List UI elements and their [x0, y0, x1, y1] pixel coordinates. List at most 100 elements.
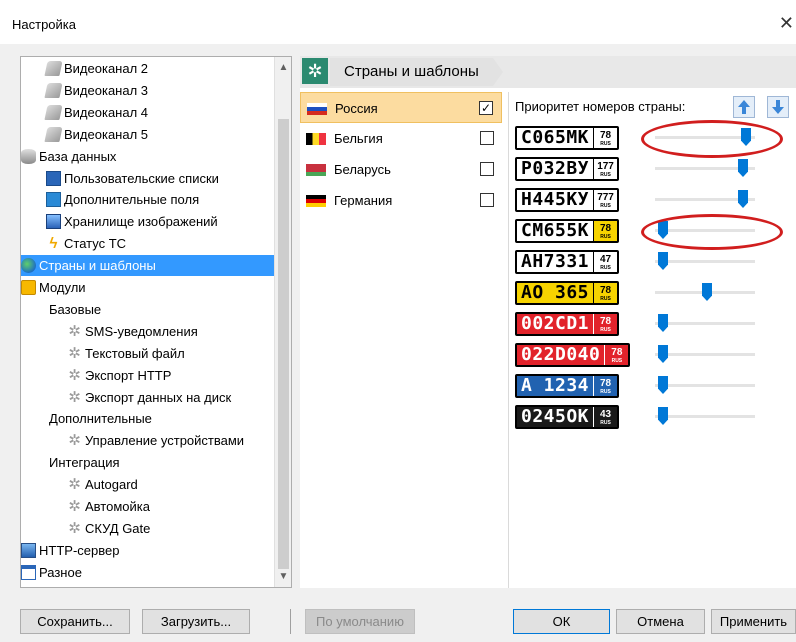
slider-thumb[interactable]: [658, 345, 668, 363]
tree-item[interactable]: Дополнительные поля: [21, 189, 275, 210]
tree-item[interactable]: Разное: [21, 562, 275, 583]
slider-thumb[interactable]: [658, 221, 668, 239]
tree-item[interactable]: Видеоканал 5: [21, 124, 275, 145]
gear-icon: ✲: [68, 432, 81, 450]
tree-item[interactable]: ✲ Автомойка: [21, 496, 275, 517]
priority-slider[interactable]: [655, 128, 755, 148]
slider-thumb[interactable]: [658, 314, 668, 332]
move-down-button[interactable]: [767, 96, 789, 118]
save-button[interactable]: Сохранить...: [20, 609, 130, 634]
scroll-down-icon[interactable]: ▼: [275, 568, 291, 585]
bolt-icon: ϟ: [49, 235, 58, 253]
slider-thumb[interactable]: [658, 252, 668, 270]
tree-item[interactable]: Видеоканал 3: [21, 80, 275, 101]
priority-slider[interactable]: [655, 190, 755, 210]
plate-region-country: RUS: [600, 295, 611, 302]
plate-number: С065МК: [521, 127, 590, 148]
plate-region-code: 78: [599, 315, 612, 327]
tree-item[interactable]: ✲ Экспорт HTTP: [21, 365, 275, 386]
arrow-up-icon: [738, 100, 750, 114]
priority-slider[interactable]: [655, 376, 755, 396]
tree-item[interactable]: ✲ Управление устройствами: [21, 430, 275, 451]
tree-item[interactable]: Модули: [21, 277, 275, 298]
load-button[interactable]: Загрузить...: [142, 609, 250, 634]
default-button[interactable]: По умолчанию: [305, 609, 415, 634]
license-plate: 0245ОК 43 RUS: [515, 405, 620, 429]
tree-item[interactable]: ✲ Текстовый файл: [21, 343, 275, 364]
country-label: Бельгия: [334, 131, 383, 146]
fields-icon: [46, 192, 61, 208]
countries-panel: ✲ Страны и шаблоны Россия ✓ Бельгия Беларус…: [300, 56, 796, 588]
priority-slider[interactable]: [655, 407, 755, 427]
tree-scrollbar[interactable]: ▲ ▼: [274, 57, 291, 587]
country-item[interactable]: Бельгия: [300, 123, 502, 154]
priority-slider[interactable]: [655, 221, 755, 241]
country-checkbox[interactable]: [480, 131, 494, 145]
move-up-button[interactable]: [733, 96, 755, 118]
tree-item[interactable]: Хранилище изображений: [21, 211, 275, 232]
settings-tree: Видеоканал 2 Видеоканал 3 Видеоканал 4 Виде…: [20, 56, 292, 588]
list-icon: [46, 170, 61, 186]
country-list: Россия ✓ Бельгия Беларусь Германия: [300, 92, 502, 216]
flag-icon: [307, 103, 327, 115]
tree-item[interactable]: Видеоканал 2: [21, 58, 275, 79]
plate-region: 47 RUS: [593, 252, 618, 272]
button-separator: [290, 609, 291, 634]
plate-region-country: RUS: [600, 233, 611, 240]
tree-item[interactable]: Дополнительные: [21, 408, 275, 429]
plate-number: Р032ВУ: [521, 158, 590, 179]
scroll-up-icon[interactable]: ▲: [275, 59, 291, 76]
tree-item[interactable]: База данных: [21, 146, 275, 167]
country-item[interactable]: Россия ✓: [300, 92, 502, 123]
gear-icon: ✲: [68, 322, 81, 340]
tree-item[interactable]: Интеграция: [21, 452, 275, 473]
slider-thumb[interactable]: [741, 128, 751, 146]
country-checkbox[interactable]: ✓: [479, 101, 493, 115]
camera-icon: [44, 104, 63, 120]
country-label: Германия: [334, 193, 393, 208]
ok-button[interactable]: ОК: [513, 609, 610, 634]
tree-item[interactable]: ✲ СКУД Gate: [21, 518, 275, 539]
slider-thumb[interactable]: [738, 159, 748, 177]
slider-thumb[interactable]: [702, 283, 712, 301]
priority-slider[interactable]: [655, 345, 755, 365]
plate-region-country: RUS: [611, 357, 623, 364]
puzzle-icon: [21, 280, 36, 295]
priority-slider[interactable]: [655, 314, 755, 334]
scrollbar-thumb[interactable]: [278, 119, 289, 569]
close-icon[interactable]: ✕: [779, 13, 794, 34]
priority-slider[interactable]: [655, 283, 755, 303]
country-checkbox[interactable]: [480, 193, 494, 207]
country-item[interactable]: Беларусь: [300, 154, 502, 185]
tree-item[interactable]: ✲ SMS-уведомления: [21, 321, 275, 342]
panel-title: Страны и шаблоны: [330, 58, 503, 86]
tree-item[interactable]: ϟ Статус ТС: [21, 233, 275, 254]
apply-button[interactable]: Применить: [711, 609, 796, 634]
tree-item-label: Разное: [39, 564, 82, 580]
cancel-button[interactable]: Отмена: [616, 609, 705, 634]
tree-item[interactable]: Базовые: [21, 299, 275, 320]
tree-item[interactable]: Страны и шаблоны: [21, 255, 275, 277]
slider-thumb[interactable]: [658, 407, 668, 425]
tree-item-label: Управление устройствами: [85, 433, 245, 449]
tree-item[interactable]: Видеоканал 4: [21, 102, 275, 123]
window-icon: [21, 564, 36, 580]
tree-item[interactable]: HTTP-сервер: [21, 540, 275, 561]
country-item[interactable]: Германия: [300, 185, 502, 216]
plate-region: 78 RUS: [593, 221, 618, 241]
tree-item-label: Видеоканал 5: [64, 126, 149, 142]
priority-slider[interactable]: [655, 252, 755, 272]
country-checkbox[interactable]: [480, 162, 494, 176]
tree-item[interactable]: ✲ Autogard: [21, 474, 275, 495]
slider-thumb[interactable]: [738, 190, 748, 208]
priority-slider[interactable]: [655, 159, 755, 179]
plate-number: 022D040: [521, 344, 601, 365]
tree-item[interactable]: Пользовательские списки: [21, 168, 275, 189]
country-label: Беларусь: [334, 162, 391, 177]
plate-region-code: 47: [599, 253, 612, 265]
tree-item-label: Статус ТС: [64, 236, 127, 252]
slider-thumb[interactable]: [658, 376, 668, 394]
plate-region-country: RUS: [600, 202, 611, 209]
gear-icon: ✲: [68, 476, 81, 494]
tree-item[interactable]: ✲ Экспорт данных на диск: [21, 387, 275, 408]
